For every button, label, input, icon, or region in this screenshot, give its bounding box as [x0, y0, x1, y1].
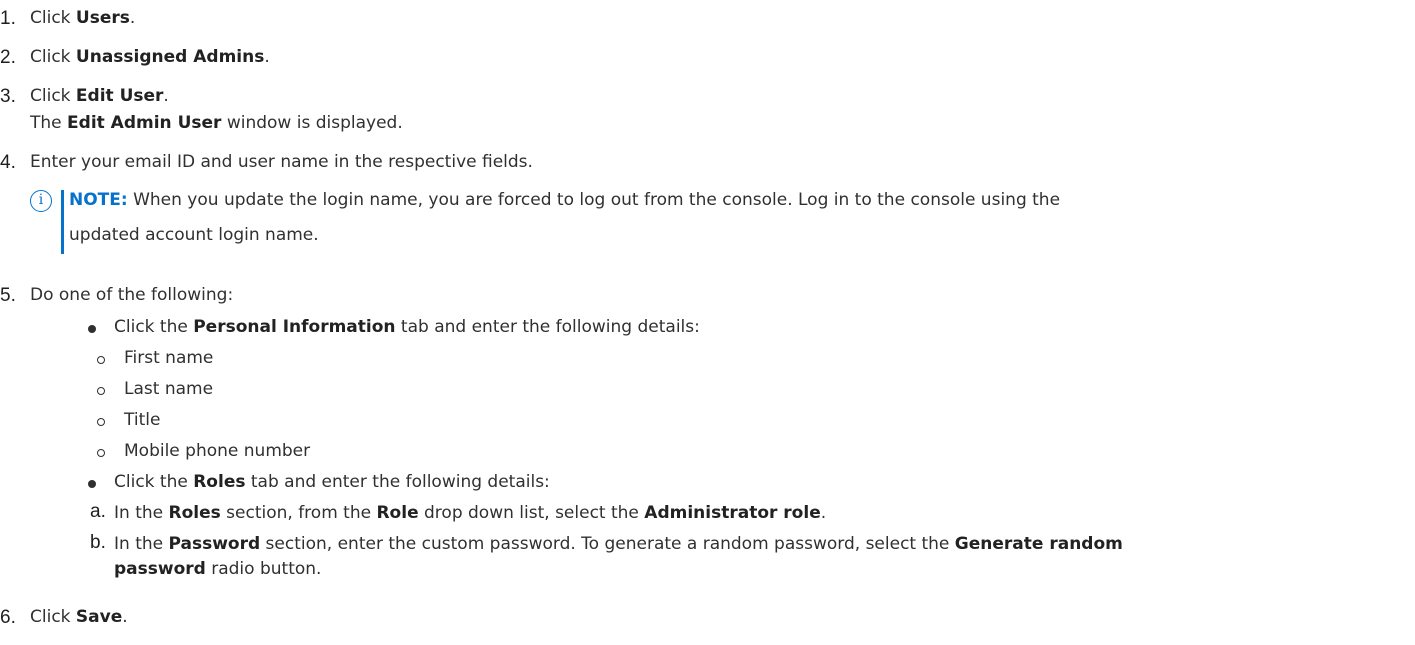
- hollow-bullet-icon: [97, 449, 105, 457]
- option-personal-information: Click the Personal Information tab and e…: [114, 317, 700, 337]
- field-item: Mobile phone number: [124, 441, 311, 461]
- ui-label-personal-information: Personal Information: [193, 317, 396, 337]
- hollow-bullet-icon: [97, 418, 105, 426]
- step-number: 1.: [0, 8, 16, 29]
- substep-letter: b.: [90, 532, 106, 553]
- note-accent-bar: [61, 190, 64, 254]
- step-number: 4.: [0, 152, 16, 173]
- bullet-icon: [88, 325, 96, 333]
- step-3-result: The Edit Admin User window is displayed.: [30, 113, 403, 133]
- ui-label-roles: Roles: [193, 472, 246, 492]
- bullet-icon: [88, 480, 96, 488]
- ui-label-generate-random-password: Generate random: [954, 534, 1123, 554]
- hollow-bullet-icon: [97, 356, 105, 364]
- step-number: 2.: [0, 47, 16, 68]
- ui-label-edit-admin-user: Edit Admin User: [67, 113, 222, 133]
- ui-label-edit-user: Edit User: [75, 86, 164, 106]
- step-number: 6.: [0, 607, 16, 628]
- option-roles: Click the Roles tab and enter the follow…: [114, 472, 550, 492]
- note-line-1: NOTE: When you update the login name, yo…: [69, 190, 1061, 210]
- note-label: NOTE:: [69, 190, 128, 210]
- info-icon: i: [30, 190, 52, 212]
- field-item: Title: [124, 410, 161, 430]
- ui-label-unassigned-admins: Unassigned Admins: [75, 47, 265, 67]
- substep-a: In the Roles section, from the Role drop…: [114, 503, 827, 523]
- substep-letter: a.: [90, 501, 106, 522]
- ui-label-administrator-role: Administrator role: [644, 503, 821, 523]
- substep-b-line-1: In the Password section, enter the custo…: [114, 534, 1123, 554]
- ui-label-users: Users: [75, 8, 130, 28]
- field-item: Last name: [124, 379, 214, 399]
- substep-b-line-2: password radio button.: [114, 559, 322, 579]
- ui-label-save: Save: [75, 607, 123, 627]
- step-number: 5.: [0, 285, 16, 306]
- field-item: First name: [124, 348, 214, 368]
- note-line-2: updated account login name.: [69, 225, 319, 245]
- hollow-bullet-icon: [97, 387, 105, 395]
- step-number: 3.: [0, 86, 16, 107]
